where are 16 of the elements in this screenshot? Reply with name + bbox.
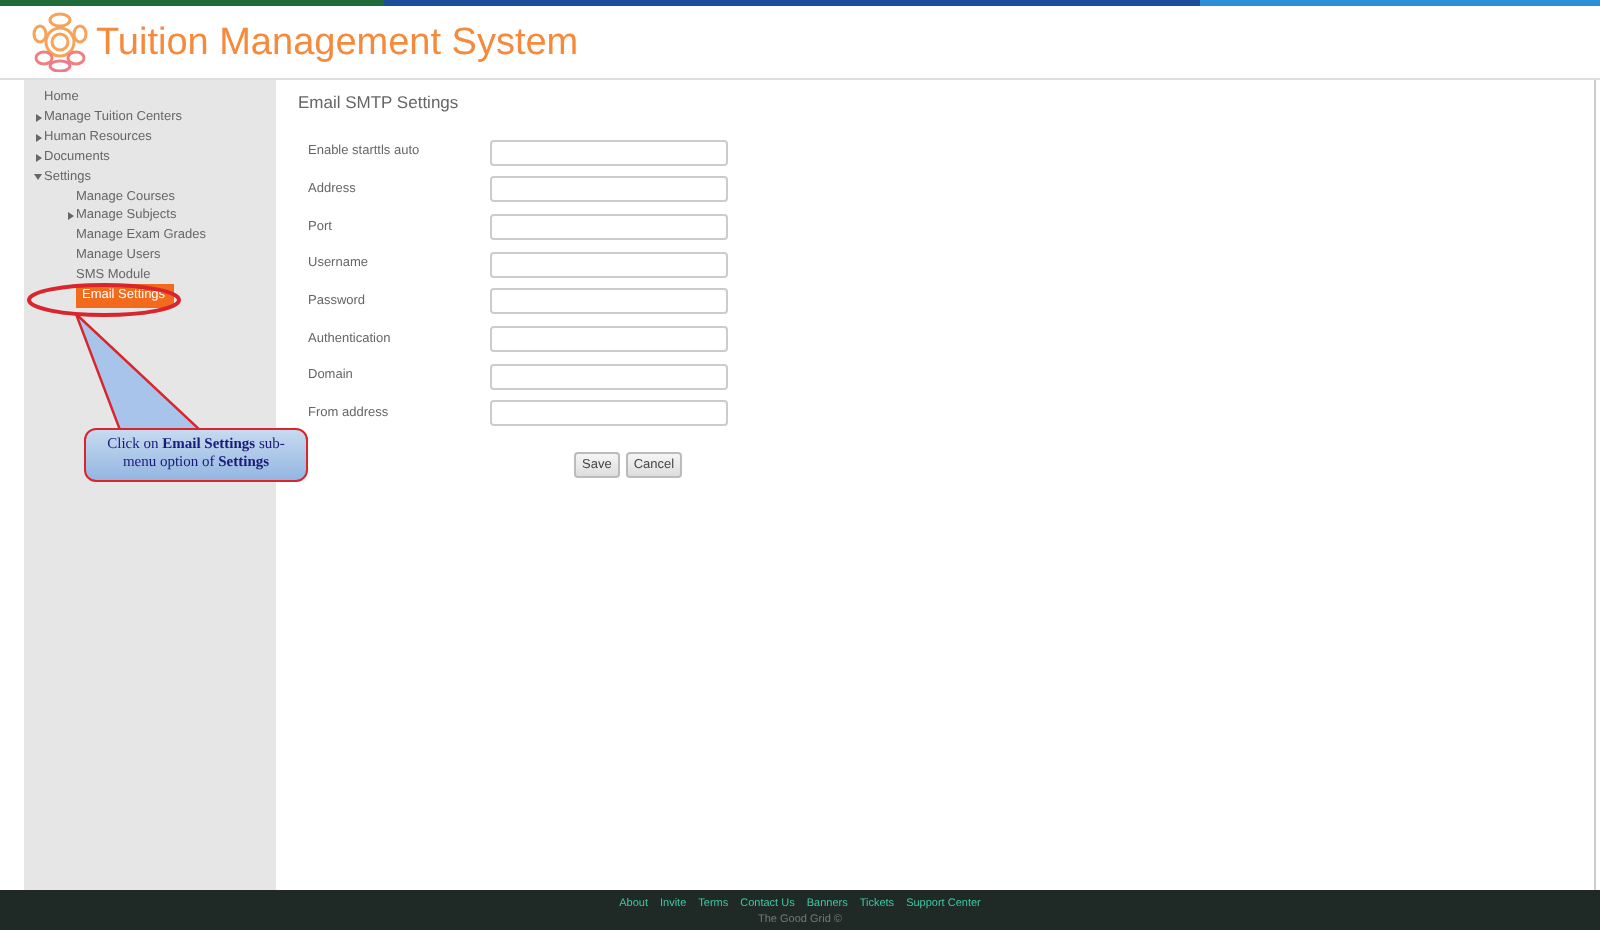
collapsed-icon[interactable] <box>35 133 41 142</box>
input-field[interactable] <box>490 139 728 166</box>
input-field[interactable] <box>490 251 728 278</box>
collapsed-icon[interactable] <box>35 113 41 122</box>
input-field[interactable] <box>490 213 728 240</box>
app-title: Tuition Management System <box>96 23 579 61</box>
input-field[interactable] <box>490 176 728 203</box>
logo-icon <box>32 12 88 72</box>
collapsed-icon[interactable] <box>67 212 73 221</box>
input-field[interactable] <box>490 363 728 390</box>
page-title: Email SMTP Settings <box>298 90 461 116</box>
input-field[interactable] <box>490 326 728 353</box>
input-field[interactable] <box>490 288 728 315</box>
collapsed-icon[interactable] <box>35 153 41 162</box>
expanded-icon[interactable] <box>34 174 42 180</box>
input-field[interactable] <box>490 400 728 427</box>
